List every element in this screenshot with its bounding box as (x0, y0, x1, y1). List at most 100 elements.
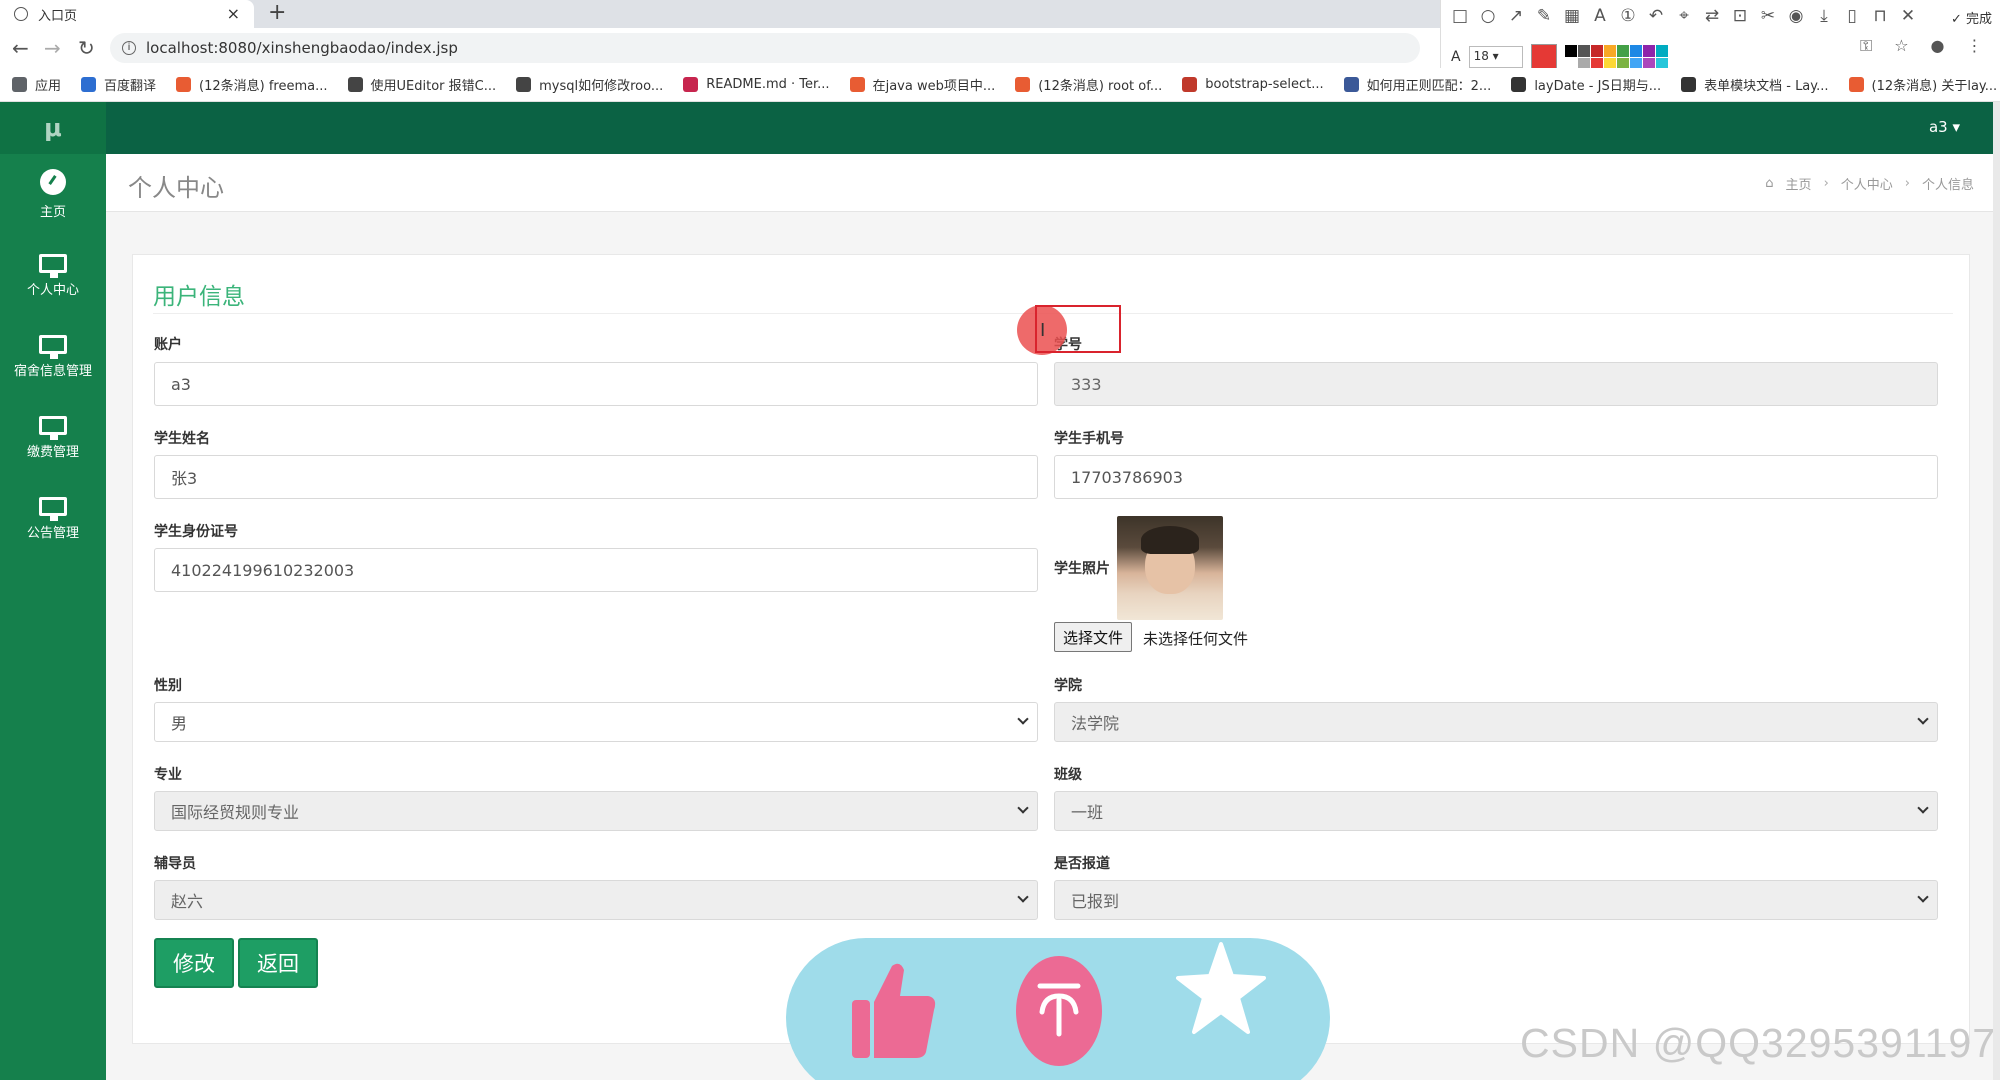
palette-color-swatch[interactable] (1642, 44, 1655, 57)
cnblogs-icon (347, 77, 363, 92)
phone-icon[interactable]: ▯ (1843, 6, 1861, 26)
gender-select[interactable]: 男 (154, 702, 1038, 742)
scrollbar[interactable] (1993, 102, 2000, 1080)
report-status-select[interactable]: 已报到 (1054, 880, 1938, 920)
bookmark-item[interactable]: (12条消息) root of... (1015, 75, 1162, 94)
college-label: 学院 (1054, 678, 1082, 694)
browser-tab[interactable]: 入口页 × (0, 0, 254, 28)
back-arrow-icon[interactable]: ← (12, 36, 29, 60)
bookmark-item[interactable]: README.md · Ter... (683, 77, 830, 92)
bookmark-label: 如何用正则匹配：2... (1366, 79, 1492, 94)
choose-file-button[interactable]: 选择文件 (1054, 622, 1133, 652)
breadcrumb: ⌂ 主页 › 个人中心 › 个人信息 (1765, 174, 1974, 193)
student-name-input[interactable]: 张3 (154, 455, 1038, 499)
sidebar-item-profile[interactable]: 个人中心 (0, 235, 106, 316)
sidebar-item-dorm[interactable]: 宿舍信息管理 (0, 316, 106, 397)
chevron-down-icon (1917, 713, 1929, 725)
monitor-icon (39, 334, 67, 359)
bookmark-label: 在java web项目中... (872, 79, 996, 94)
bookmark-item[interactable]: 应用 (12, 75, 61, 94)
bookmark-item[interactable]: 表单模块文档 - Lay... (1681, 75, 1829, 94)
bookmark-item[interactable]: 百度翻译 (81, 75, 156, 94)
text-tool-icon[interactable]: A (1591, 6, 1609, 26)
bookmark-label: (12条消息) freema... (199, 79, 328, 94)
app-logo[interactable]: μ (0, 102, 106, 154)
palette-color-swatch[interactable] (1577, 44, 1590, 57)
url-input[interactable]: i localhost:8080/xinshengbaodao/index.js… (110, 33, 1420, 63)
bookmark-item[interactable]: layDate - JS日期与... (1511, 75, 1661, 94)
rectangle-tool-icon[interactable]: □ (1451, 6, 1469, 26)
account-input[interactable]: a3 (154, 362, 1038, 406)
coin-icon (1037, 983, 1081, 1037)
bookmark-item[interactable]: (12条消息) freema... (176, 75, 328, 94)
page-icon (1182, 77, 1198, 92)
back-button[interactable]: 返回 (238, 938, 318, 988)
gender-label: 性别 (154, 678, 182, 694)
bookmark-item[interactable]: 使用UEditor 报错C... (347, 75, 496, 94)
breadcrumb-separator: › (1904, 176, 1910, 191)
favorite-star-icon[interactable] (1176, 940, 1266, 1040)
undo-icon[interactable]: ↶ (1647, 6, 1665, 26)
bookmark-item[interactable]: mysql如何修改roo... (516, 75, 663, 94)
record-icon[interactable]: ◉ (1787, 6, 1805, 26)
class-select[interactable]: 一班 (1054, 791, 1938, 831)
profile-icon[interactable]: ● (1931, 36, 1945, 56)
bookmark-item[interactable]: (12条消息) 关于lay... (1848, 75, 1998, 94)
mosaic-tool-icon[interactable]: ▦ (1563, 6, 1581, 26)
capture-icon[interactable]: ✂ (1759, 6, 1777, 26)
download-icon[interactable]: ⤓ (1815, 6, 1833, 26)
translate-icon[interactable]: ⇄ (1703, 6, 1721, 26)
palette-color-swatch[interactable] (1655, 44, 1668, 57)
reload-icon[interactable]: ↻ (78, 36, 95, 60)
sidebar-item-notices[interactable]: 公告管理 (0, 478, 106, 559)
csdn-icon (849, 77, 865, 92)
college-select[interactable]: 法学院 (1054, 702, 1938, 742)
major-label: 专业 (154, 767, 182, 783)
breadcrumb-home[interactable]: 主页 (1786, 174, 1812, 193)
palette-color-swatch[interactable] (1564, 44, 1577, 57)
bookmark-label: (12条消息) 关于lay... (1871, 79, 1998, 94)
counselor-select[interactable]: 赵六 (154, 880, 1038, 920)
breadcrumb-level1[interactable]: 个人中心 (1841, 174, 1893, 193)
major-select[interactable]: 国际经贸规则专业 (154, 791, 1038, 831)
bookmark-item[interactable]: bootstrap-select... (1182, 77, 1324, 92)
key-icon[interactable]: ⚿ (1860, 36, 1872, 56)
bookmark-icon[interactable]: ⊓ (1871, 6, 1889, 26)
chevron-down-icon (1017, 713, 1029, 725)
info-icon[interactable]: i (122, 41, 136, 55)
thumbs-up-icon[interactable] (852, 960, 936, 1060)
page-header: 个人中心 ⌂ 主页 › 个人中心 › 个人信息 (106, 154, 2000, 212)
palette-color-swatch[interactable] (1616, 44, 1629, 57)
color-palette[interactable] (1564, 44, 1668, 70)
student-no-input[interactable]: 333 (1054, 362, 1938, 406)
phone-label: 学生手机号 (1054, 431, 1124, 447)
pin-icon[interactable]: ⌖ (1675, 6, 1693, 26)
palette-color-swatch[interactable] (1590, 44, 1603, 57)
sidebar-item-label: 宿舍信息管理 (13, 363, 92, 379)
phone-input[interactable]: 17703786903 (1054, 455, 1938, 499)
user-menu[interactable]: a3 ▾ (1929, 118, 1960, 136)
arrow-tool-icon[interactable]: ↗ (1507, 6, 1525, 26)
sidebar-item-home[interactable]: 主页 (0, 154, 106, 235)
current-color-swatch[interactable] (1530, 44, 1557, 70)
sidebar-item-fees[interactable]: 缴费管理 (0, 397, 106, 478)
font-size-select[interactable]: 18 ▾ (1468, 46, 1523, 68)
menu-icon[interactable]: ⋮ (1967, 36, 1983, 56)
new-tab-button[interactable]: + (268, 0, 286, 26)
ellipse-tool-icon[interactable]: ○ (1479, 6, 1497, 26)
bookmark-item[interactable]: 在java web项目中... (849, 75, 996, 94)
number-tool-icon[interactable]: ① (1619, 6, 1637, 26)
star-icon[interactable]: ☆ (1894, 36, 1908, 56)
ocr-icon[interactable]: ⊡ (1731, 6, 1749, 26)
palette-color-swatch[interactable] (1603, 44, 1616, 57)
modify-button[interactable]: 修改 (154, 938, 234, 988)
pen-tool-icon[interactable]: ✎ (1535, 6, 1553, 26)
close-icon[interactable]: ✕ (1899, 6, 1917, 26)
tab-close-icon[interactable]: × (227, 4, 240, 23)
bookmark-item[interactable]: 如何用正则匹配：2... (1343, 75, 1492, 94)
id-number-input[interactable]: 410224199610232003 (154, 548, 1038, 592)
counselor-label: 辅导员 (154, 856, 196, 872)
forward-arrow-icon[interactable]: → (44, 36, 61, 60)
done-button[interactable]: ✓ 完成 (1951, 8, 1992, 27)
palette-color-swatch[interactable] (1629, 44, 1642, 57)
